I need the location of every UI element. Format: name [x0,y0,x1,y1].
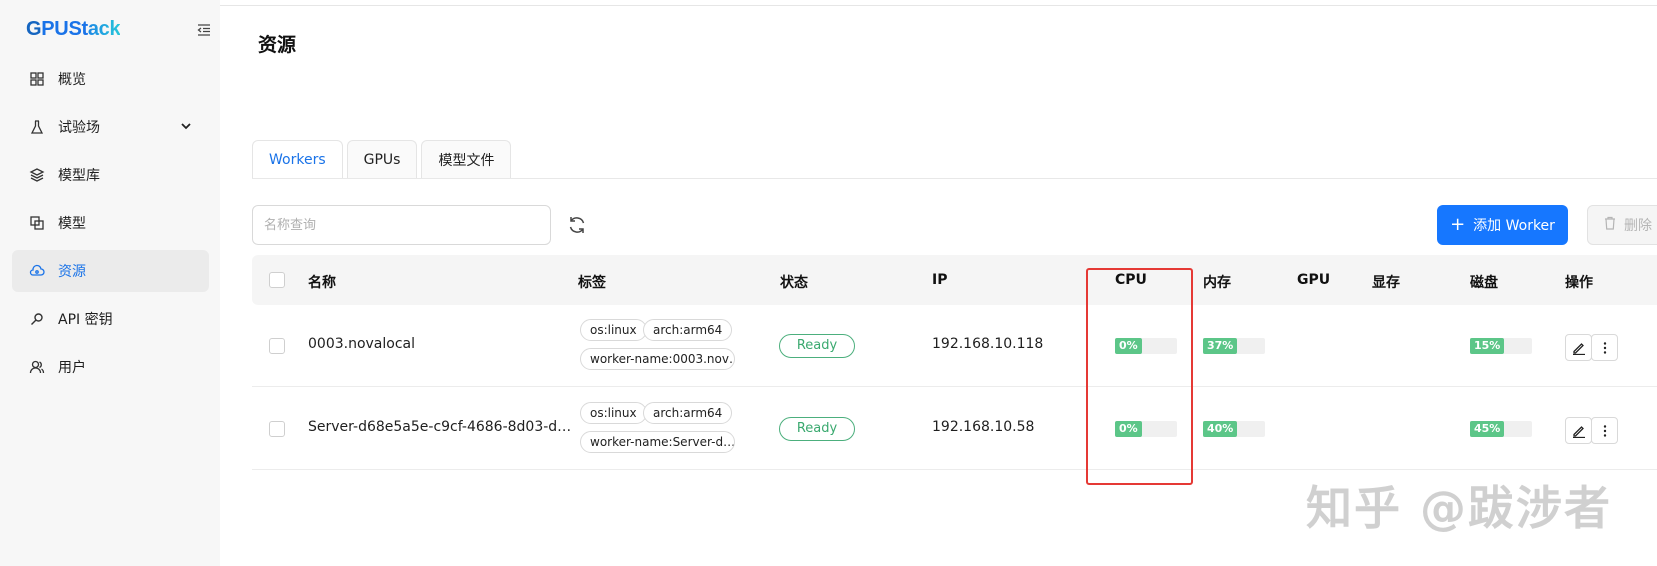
delete-button[interactable]: 删除 [1587,205,1657,245]
sidebar-item-label: 模型 [58,216,86,232]
key-icon [28,310,46,328]
column-header-ip[interactable]: IP [932,272,947,288]
more-actions-button[interactable] [1591,334,1618,361]
table-header: 名称 标签 状态 IP CPU 内存 GPU 显存 磁盘 操作 [252,255,1657,305]
tab-gpus[interactable]: GPUs [346,140,418,178]
copy-icon [28,214,46,232]
grid-icon [28,70,46,88]
add-worker-button[interactable]: + 添加 Worker [1437,205,1568,245]
disk-percent: 45% [1470,421,1505,437]
logo-row: GPUStack [26,18,212,46]
column-header-name[interactable]: 名称 [308,272,336,292]
label-tag: os:linux [580,319,647,341]
worker-ip: 192.168.10.58 [932,419,1035,435]
users-icon [28,358,46,376]
chevron-down-icon [179,119,193,133]
sidebar-item-api-keys[interactable]: API 密钥 [12,298,209,340]
column-header-vram[interactable]: 显存 [1372,272,1400,292]
label-tag: arch:arm64 [643,319,733,341]
worker-name: 0003.novalocal [308,336,416,352]
edit-icon [1572,342,1585,355]
layers-icon [28,166,46,184]
watermark: 知乎 @跋涉者 [1306,481,1613,535]
label-tag: worker-name:Server-d… [580,431,735,453]
tab-workers[interactable]: Workers [252,140,343,179]
label-tag: os:linux [580,402,647,424]
sidebar-item-label: 概览 [58,72,86,88]
disk-progress: 15% [1470,338,1532,354]
worker-ip: 192.168.10.118 [932,336,1044,352]
collapse-menu-icon[interactable] [196,22,212,38]
sidebar-item-label: 用户 [58,360,86,376]
edit-button[interactable] [1565,334,1592,361]
memory-progress: 40% [1203,421,1265,437]
trash-icon [1604,216,1616,234]
memory-percent: 40% [1203,421,1238,437]
more-vertical-icon [1603,341,1606,354]
memory-percent: 37% [1203,338,1238,354]
plus-icon: + [1450,214,1466,235]
logo-text-tail: ack [87,18,121,40]
search-input[interactable] [252,205,551,245]
sidebar-nav: 概览 试验场 模型库 模型 资源 API 密钥 用户 [12,58,209,394]
more-actions-button[interactable] [1591,417,1618,444]
sidebar: GPUStack 概览 试验场 模型库 模型 资源 API 密钥 用户 [0,0,220,566]
label-tag: arch:arm64 [643,402,733,424]
page-title: 资源 [258,34,297,56]
row-checkbox[interactable] [269,338,285,354]
table-row: Server-d68e5a5e-c9cf-4686-8d03-d… os:lin… [252,388,1657,470]
sidebar-item-users[interactable]: 用户 [12,346,209,388]
sidebar-item-models[interactable]: 模型 [12,202,209,244]
column-header-labels: 标签 [578,275,606,291]
sidebar-item-label: 资源 [58,264,86,280]
sidebar-item-overview[interactable]: 概览 [12,58,209,100]
tab-model-files[interactable]: 模型文件 [421,140,512,178]
select-all-checkbox[interactable] [269,272,285,288]
app-logo[interactable]: GPUStack [26,18,121,40]
disk-percent: 15% [1470,338,1505,354]
status-badge: Ready [779,417,855,441]
logo-text-g: G [26,18,42,40]
row-checkbox[interactable] [269,421,285,437]
cpu-highlight-box [1086,268,1193,485]
status-badge: Ready [779,334,855,358]
column-header-status[interactable]: 状态 [780,272,808,292]
edit-button[interactable] [1565,417,1592,444]
sidebar-item-label: API 密钥 [58,312,113,328]
add-worker-label: 添加 Worker [1473,218,1555,234]
tab-bar: Workers GPUs 模型文件 [252,140,515,179]
logo-text-mid: PUSt [41,18,88,40]
sidebar-item-playground[interactable]: 试验场 [12,106,209,148]
column-header-actions: 操作 [1565,275,1593,291]
refresh-icon[interactable] [566,214,588,236]
sidebar-item-model-catalog[interactable]: 模型库 [12,154,209,196]
top-divider [220,5,1657,6]
column-header-disk[interactable]: 磁盘 [1470,272,1498,292]
memory-progress: 37% [1203,338,1265,354]
flask-icon [28,118,46,136]
delete-label: 删除 [1624,218,1652,234]
column-header-gpu[interactable]: GPU [1297,272,1330,288]
table-row: 0003.novalocal os:linux arch:arm64 worke… [252,305,1657,387]
sidebar-item-resources[interactable]: 资源 [12,250,209,292]
sidebar-item-label: 试验场 [58,120,100,136]
tabs-divider [252,178,1657,179]
worker-name: Server-d68e5a5e-c9cf-4686-8d03-d… [308,419,572,435]
cloud-icon [28,262,46,280]
label-tag: worker-name:0003.nov… [580,348,735,370]
sidebar-item-label: 模型库 [58,168,100,184]
disk-progress: 45% [1470,421,1532,437]
column-header-memory[interactable]: 内存 [1203,272,1231,292]
edit-icon [1572,425,1585,438]
more-vertical-icon [1603,424,1606,437]
